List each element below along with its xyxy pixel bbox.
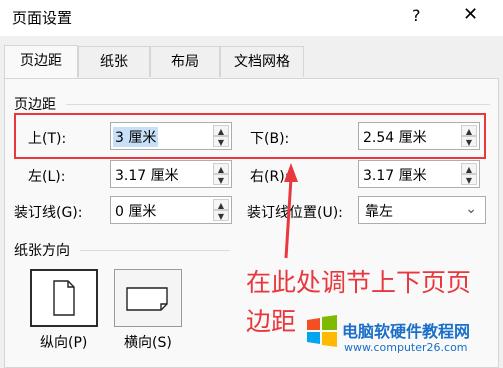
windows-logo-icon bbox=[307, 315, 337, 347]
annotation-line2: 边距 bbox=[246, 307, 297, 336]
watermark-site-name: 电脑软硬件教程网 bbox=[342, 322, 471, 341]
watermark-url: www.computer26.com bbox=[344, 341, 468, 354]
annotation-line1: 在此处调节上下页页 bbox=[246, 268, 472, 297]
